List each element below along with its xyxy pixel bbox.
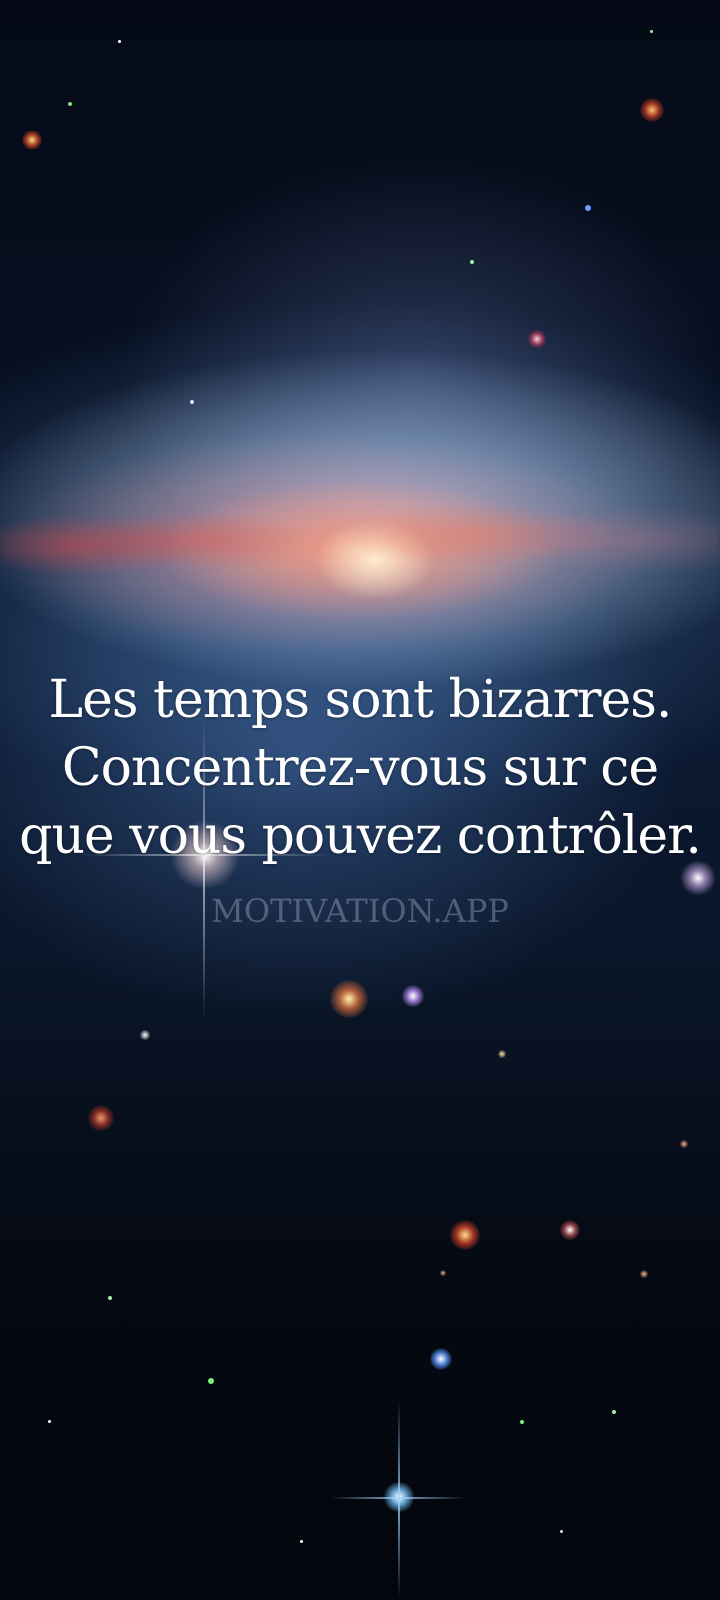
star-flare bbox=[398, 1400, 400, 1600]
star bbox=[650, 30, 653, 33]
star bbox=[585, 205, 591, 211]
star-flare bbox=[330, 1497, 466, 1499]
star bbox=[108, 1296, 112, 1300]
star bbox=[48, 1420, 51, 1423]
star bbox=[140, 1030, 150, 1040]
star bbox=[528, 330, 546, 348]
star bbox=[560, 1220, 580, 1240]
star bbox=[680, 1140, 688, 1148]
star bbox=[68, 102, 72, 106]
galaxy-dust-band bbox=[0, 500, 720, 590]
star bbox=[330, 980, 368, 1018]
star bbox=[612, 1410, 616, 1414]
quote-line-1: Les temps sont bizarres. bbox=[48, 670, 673, 730]
star bbox=[640, 98, 664, 122]
star bbox=[498, 1050, 506, 1058]
star bbox=[22, 130, 42, 150]
star bbox=[402, 985, 424, 1007]
star bbox=[640, 1270, 648, 1278]
quote-line-3: que vous pouvez contrôler. bbox=[19, 806, 702, 866]
star bbox=[300, 1540, 303, 1543]
star bbox=[88, 1105, 114, 1131]
star bbox=[450, 1220, 480, 1250]
star bbox=[440, 1270, 446, 1276]
quote-line-2: Concentrez-vous sur ce bbox=[61, 738, 659, 798]
app-watermark: MOTIVATION.APP bbox=[211, 892, 509, 930]
star bbox=[560, 1530, 563, 1533]
star bbox=[118, 40, 121, 43]
star bbox=[190, 400, 194, 404]
star bbox=[430, 1348, 452, 1370]
wallpaper-screen: Les temps sont bizarres. Concentrez-vous… bbox=[0, 0, 720, 1600]
star bbox=[470, 260, 474, 264]
star bbox=[520, 1420, 524, 1424]
star bbox=[208, 1378, 214, 1384]
quote-text: Les temps sont bizarres. Concentrez-vous… bbox=[0, 666, 720, 870]
